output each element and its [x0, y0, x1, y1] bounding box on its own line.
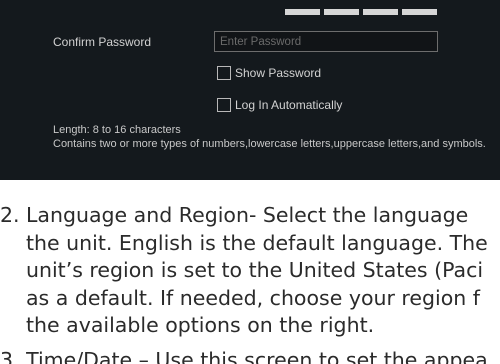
strength-bar — [285, 9, 320, 15]
password-strength-meter — [285, 9, 437, 15]
password-requirements: Length: 8 to 16 characters Contains two … — [53, 123, 493, 151]
strength-bar — [324, 9, 359, 15]
confirm-password-input[interactable] — [214, 31, 438, 52]
item-number: 2. — [0, 203, 20, 227]
doc-line: as a default. If needed, choose your reg… — [26, 285, 481, 310]
strength-bar — [402, 9, 437, 15]
hint-length: Length: 8 to 16 characters — [53, 124, 181, 136]
manual-page: Confirm Password Show Password Log In Au… — [0, 0, 500, 364]
next-item-partial: 3. Time/Date – Use this screen to set th… — [0, 348, 488, 364]
auto-login-checkbox[interactable] — [217, 98, 231, 112]
doc-line: the available options on the right. — [26, 313, 375, 337]
show-password-checkbox[interactable] — [217, 66, 231, 80]
confirm-password-label: Confirm Password — [53, 35, 152, 49]
hint-types: Contains two or more types of numbers,lo… — [53, 138, 486, 150]
doc-line: 2. Language and Region- Select the langua… — [0, 202, 500, 230]
show-password-option[interactable]: Show Password — [217, 66, 321, 80]
instruction-text: 2. Language and Region- Select the langua… — [0, 202, 500, 364]
doc-line: unit’s region is set to the United State… — [26, 258, 484, 282]
auto-login-label: Log In Automatically — [235, 98, 343, 112]
show-password-label: Show Password — [235, 66, 322, 80]
doc-line: the unit. English is the default languag… — [26, 230, 488, 255]
password-settings-screenshot: Confirm Password Show Password Log In Au… — [0, 0, 500, 180]
strength-bar — [363, 9, 398, 15]
auto-login-option[interactable]: Log In Automatically — [217, 98, 342, 112]
